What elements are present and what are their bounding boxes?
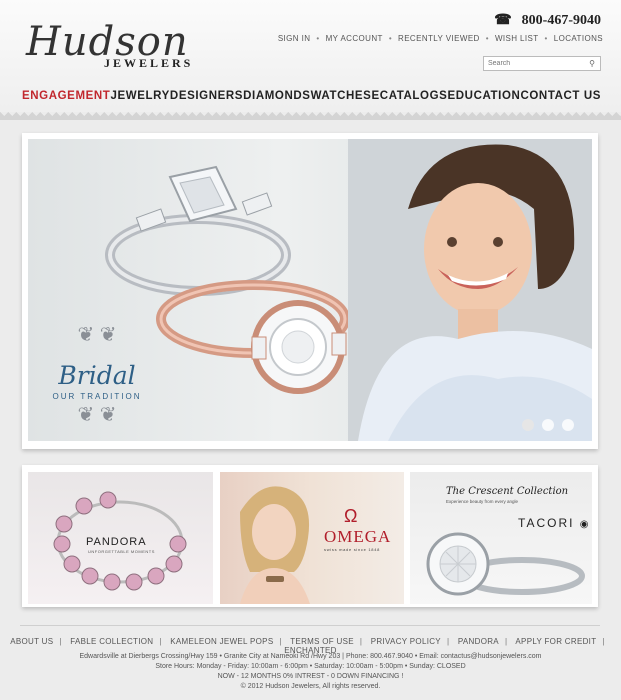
promo-tacori[interactable]: The Crescent Collection Experience beaut…: [410, 472, 592, 604]
promo-pandora[interactable]: PANDORA UNFORGETTABLE MOMENTS: [28, 472, 213, 604]
nav-jewelry[interactable]: JEWELRY: [110, 90, 169, 110]
omega-symbol-icon: Ω: [344, 506, 358, 526]
footer-link-fable-collection[interactable]: FABLE COLLECTION: [70, 637, 153, 646]
separator: •: [388, 34, 393, 43]
nav-designers[interactable]: DESIGNERS: [170, 90, 243, 110]
separator: •: [485, 34, 489, 43]
separator: |: [159, 637, 162, 646]
header-divider: [0, 112, 621, 120]
separator: |: [359, 637, 363, 646]
separator: •: [316, 34, 320, 43]
phone-text: 800-467-9040: [521, 12, 601, 28]
footer-link-kameleon[interactable]: KAMELEON JEWEL POPS: [170, 637, 273, 646]
slide-dot-1[interactable]: [522, 419, 534, 431]
rose-gold-ring-image: [156, 280, 350, 394]
nav-diamonds[interactable]: DIAMONDS: [243, 90, 310, 110]
utility-nav: SIGN IN • MY ACCOUNT • RECENTLY VIEWED •…: [278, 34, 603, 43]
nav-contact-us[interactable]: CONTACT US: [520, 90, 601, 110]
hero-banner-frame: ❦ ❦ Bridal OUR TRADITION ❦ ❦: [22, 133, 598, 449]
promo-row: PANDORA UNFORGETTABLE MOMENTS Ω OMEGA sw…: [22, 465, 598, 607]
hero-title: Bridal: [58, 361, 136, 390]
omega-tagline: swiss made since 1848: [324, 547, 381, 552]
slide-dot-3[interactable]: [562, 419, 574, 431]
ornament-top-icon: ❦ ❦: [77, 324, 117, 346]
separator: |: [446, 637, 450, 646]
logo-subtitle: JEWELERS: [104, 56, 194, 70]
nav-education[interactable]: EDUCATION: [447, 90, 520, 110]
separator: •: [544, 34, 548, 43]
site-header: Hudson JEWELERS ☎ 800-467-9040 SIGN IN •…: [0, 0, 621, 118]
footer-hours: Store Hours: Monday - Friday: 10:00am - …: [155, 663, 466, 670]
promo-omega[interactable]: Ω OMEGA swiss made since 1848: [220, 472, 404, 604]
footer-link-privacy[interactable]: PRIVACY POLICY: [371, 637, 441, 646]
nav-engagement[interactable]: ENGAGEMENT: [22, 90, 110, 110]
main-nav: ENGAGEMENT JEWELRY DESIGNERS DIAMONDS WA…: [0, 90, 621, 110]
separator: |: [602, 637, 605, 646]
footer-divider: [20, 625, 600, 626]
omega-logo: OMEGA: [324, 527, 392, 546]
util-link-sign-in[interactable]: SIGN IN: [278, 34, 311, 43]
ornament-bottom-icon: ❦ ❦: [77, 404, 117, 426]
separator: |: [59, 637, 62, 646]
tacori-ring-image: [426, 532, 585, 596]
hero-banner[interactable]: ❦ ❦ Bridal OUR TRADITION ❦ ❦: [28, 139, 592, 441]
footer-link-about-us[interactable]: ABOUT US: [10, 637, 53, 646]
slide-dot-2[interactable]: [542, 419, 554, 431]
pandora-tagline: UNFORGETTABLE MOMENTS: [88, 549, 155, 554]
search-box: ⚲: [483, 56, 601, 71]
separator: |: [279, 637, 282, 646]
phone-number[interactable]: ☎ 800-467-9040: [494, 12, 601, 29]
util-link-locations[interactable]: LOCATIONS: [554, 34, 603, 43]
footer-link-apply-credit[interactable]: APPLY FOR CREDIT: [515, 637, 596, 646]
util-link-wish-list[interactable]: WISH LIST: [495, 34, 539, 43]
util-link-recently-viewed[interactable]: RECENTLY VIEWED: [398, 34, 480, 43]
nav-watches[interactable]: WATCHES: [311, 90, 372, 110]
site-logo[interactable]: Hudson JEWELERS: [26, 18, 196, 74]
slide-indicators: [522, 419, 574, 431]
nav-ecatalogs[interactable]: ECATALOGS: [372, 90, 448, 110]
footer-copyright: © 2012 Hudson Jewelers, All rights reser…: [240, 683, 381, 690]
bridal-promo-overlay: ❦ ❦ Bridal OUR TRADITION ❦ ❦: [42, 319, 152, 439]
hero-subtitle: OUR TRADITION: [52, 392, 142, 401]
search-input[interactable]: [484, 58, 586, 69]
footer-financing: NOW - 12 MONTHS 0% INTREST - 0 DOWN FINA…: [217, 673, 404, 680]
bride-model-image: [348, 139, 592, 441]
search-icon[interactable]: ⚲: [586, 59, 598, 68]
separator: |: [504, 637, 508, 646]
footer-link-pandora[interactable]: PANDORA: [458, 637, 499, 646]
pandora-logo: PANDORA: [86, 536, 147, 548]
util-link-my-account[interactable]: MY ACCOUNT: [326, 34, 383, 43]
phone-icon: ☎: [494, 13, 512, 28]
footer-address: Edwardsville at Dierbergs Crossing/Hwy 1…: [79, 653, 542, 660]
footer-link-terms[interactable]: TERMS OF USE: [290, 637, 354, 646]
